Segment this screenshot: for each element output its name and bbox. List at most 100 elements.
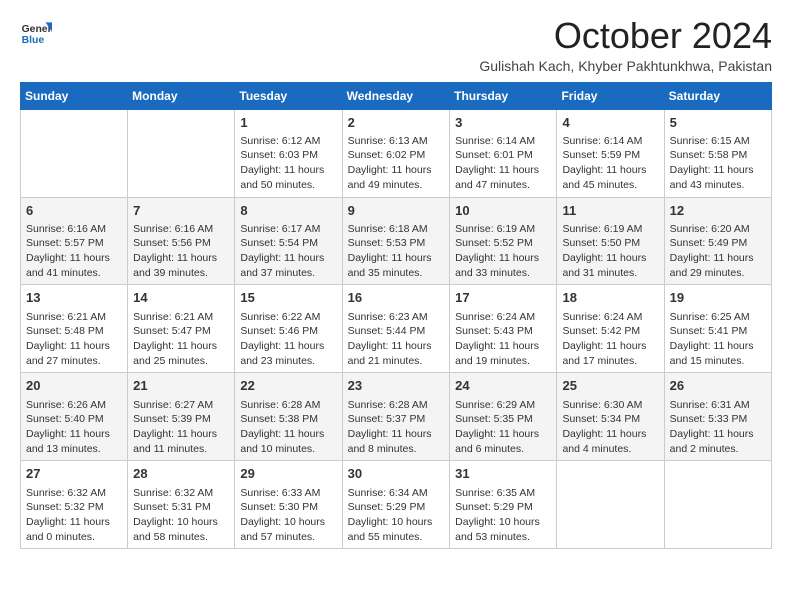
day-detail: Sunrise: 6:32 AMSunset: 5:31 PMDaylight:… bbox=[133, 486, 229, 545]
location-subtitle: Gulishah Kach, Khyber Pakhtunkhwa, Pakis… bbox=[479, 58, 772, 74]
day-number: 27 bbox=[26, 465, 122, 483]
day-detail: Sunrise: 6:28 AMSunset: 5:37 PMDaylight:… bbox=[348, 398, 445, 457]
day-detail: Sunrise: 6:28 AMSunset: 5:38 PMDaylight:… bbox=[240, 398, 336, 457]
calendar-table: SundayMondayTuesdayWednesdayThursdayFrid… bbox=[20, 82, 772, 550]
calendar-week-3: 13 Sunrise: 6:21 AMSunset: 5:48 PMDayligh… bbox=[21, 285, 772, 373]
day-number: 5 bbox=[670, 114, 766, 132]
calendar-day: 24 Sunrise: 6:29 AMSunset: 5:35 PMDayligh… bbox=[450, 373, 557, 461]
calendar-day: 30 Sunrise: 6:34 AMSunset: 5:29 PMDayligh… bbox=[342, 461, 450, 549]
calendar-day: 18 Sunrise: 6:24 AMSunset: 5:42 PMDayligh… bbox=[557, 285, 664, 373]
day-detail: Sunrise: 6:14 AMSunset: 5:59 PMDaylight:… bbox=[562, 134, 658, 193]
day-detail: Sunrise: 6:16 AMSunset: 5:56 PMDaylight:… bbox=[133, 222, 229, 281]
day-detail: Sunrise: 6:21 AMSunset: 5:47 PMDaylight:… bbox=[133, 310, 229, 369]
month-title: October 2024 bbox=[479, 16, 772, 56]
day-detail: Sunrise: 6:25 AMSunset: 5:41 PMDaylight:… bbox=[670, 310, 766, 369]
day-detail: Sunrise: 6:34 AMSunset: 5:29 PMDaylight:… bbox=[348, 486, 445, 545]
day-number: 8 bbox=[240, 202, 336, 220]
title-block: October 2024 Gulishah Kach, Khyber Pakht… bbox=[479, 16, 772, 74]
day-detail: Sunrise: 6:16 AMSunset: 5:57 PMDaylight:… bbox=[26, 222, 122, 281]
calendar-day: 9 Sunrise: 6:18 AMSunset: 5:53 PMDaylight… bbox=[342, 197, 450, 285]
calendar-day: 10Sunrise: 6:19 AMSunset: 5:52 PMDayligh… bbox=[450, 197, 557, 285]
calendar-day: 28 Sunrise: 6:32 AMSunset: 5:31 PMDayligh… bbox=[128, 461, 235, 549]
calendar-day: 11 Sunrise: 6:19 AMSunset: 5:50 PMDayligh… bbox=[557, 197, 664, 285]
day-number: 20 bbox=[26, 377, 122, 395]
day-detail: Sunrise: 6:23 AMSunset: 5:44 PMDaylight:… bbox=[348, 310, 445, 369]
calendar-day: 2 Sunrise: 6:13 AMSunset: 6:02 PMDaylight… bbox=[342, 109, 450, 197]
day-number: 6 bbox=[26, 202, 122, 220]
day-number: 1 bbox=[240, 114, 336, 132]
day-header-monday: Monday bbox=[128, 82, 235, 109]
calendar-day: 12 Sunrise: 6:20 AMSunset: 5:49 PMDayligh… bbox=[664, 197, 771, 285]
calendar-day bbox=[128, 109, 235, 197]
calendar-day: 21Sunrise: 6:27 AMSunset: 5:39 PMDayligh… bbox=[128, 373, 235, 461]
day-number: 19 bbox=[670, 289, 766, 307]
day-number: 13 bbox=[26, 289, 122, 307]
day-detail: Sunrise: 6:20 AMSunset: 5:49 PMDaylight:… bbox=[670, 222, 766, 281]
day-number: 15 bbox=[240, 289, 336, 307]
day-number: 17 bbox=[455, 289, 551, 307]
day-detail: Sunrise: 6:26 AMSunset: 5:40 PMDaylight:… bbox=[26, 398, 122, 457]
day-number: 18 bbox=[562, 289, 658, 307]
day-detail: Sunrise: 6:22 AMSunset: 5:46 PMDaylight:… bbox=[240, 310, 336, 369]
calendar-week-2: 6 Sunrise: 6:16 AMSunset: 5:57 PMDaylight… bbox=[21, 197, 772, 285]
calendar-day bbox=[664, 461, 771, 549]
day-header-thursday: Thursday bbox=[450, 82, 557, 109]
day-number: 4 bbox=[562, 114, 658, 132]
calendar-day bbox=[21, 109, 128, 197]
day-detail: Sunrise: 6:24 AMSunset: 5:43 PMDaylight:… bbox=[455, 310, 551, 369]
day-number: 26 bbox=[670, 377, 766, 395]
page-header: General Blue October 2024 Gulishah Kach,… bbox=[20, 16, 772, 74]
svg-text:Blue: Blue bbox=[22, 35, 45, 46]
calendar-day: 23 Sunrise: 6:28 AMSunset: 5:37 PMDayligh… bbox=[342, 373, 450, 461]
day-number: 11 bbox=[562, 202, 658, 220]
calendar-day: 17 Sunrise: 6:24 AMSunset: 5:43 PMDayligh… bbox=[450, 285, 557, 373]
day-detail: Sunrise: 6:31 AMSunset: 5:33 PMDaylight:… bbox=[670, 398, 766, 457]
day-detail: Sunrise: 6:29 AMSunset: 5:35 PMDaylight:… bbox=[455, 398, 551, 457]
calendar-day: 19 Sunrise: 6:25 AMSunset: 5:41 PMDayligh… bbox=[664, 285, 771, 373]
day-number: 30 bbox=[348, 465, 445, 483]
day-detail: Sunrise: 6:19 AMSunset: 5:50 PMDaylight:… bbox=[562, 222, 658, 281]
calendar-week-1: 1 Sunrise: 6:12 AMSunset: 6:03 PMDaylight… bbox=[21, 109, 772, 197]
calendar-day: 5Sunrise: 6:15 AMSunset: 5:58 PMDaylight… bbox=[664, 109, 771, 197]
day-detail: Sunrise: 6:24 AMSunset: 5:42 PMDaylight:… bbox=[562, 310, 658, 369]
calendar-day: 6 Sunrise: 6:16 AMSunset: 5:57 PMDaylight… bbox=[21, 197, 128, 285]
day-detail: Sunrise: 6:17 AMSunset: 5:54 PMDaylight:… bbox=[240, 222, 336, 281]
day-detail: Sunrise: 6:27 AMSunset: 5:39 PMDaylight:… bbox=[133, 398, 229, 457]
calendar-header: SundayMondayTuesdayWednesdayThursdayFrid… bbox=[21, 82, 772, 109]
day-number: 16 bbox=[348, 289, 445, 307]
calendar-day: 15 Sunrise: 6:22 AMSunset: 5:46 PMDayligh… bbox=[235, 285, 342, 373]
calendar-day: 26 Sunrise: 6:31 AMSunset: 5:33 PMDayligh… bbox=[664, 373, 771, 461]
day-number: 2 bbox=[348, 114, 445, 132]
logo-icon: General Blue bbox=[20, 16, 52, 48]
calendar-week-4: 20 Sunrise: 6:26 AMSunset: 5:40 PMDayligh… bbox=[21, 373, 772, 461]
day-header-wednesday: Wednesday bbox=[342, 82, 450, 109]
day-number: 28 bbox=[133, 465, 229, 483]
day-detail: Sunrise: 6:13 AMSunset: 6:02 PMDaylight:… bbox=[348, 134, 445, 193]
day-number: 23 bbox=[348, 377, 445, 395]
day-number: 14 bbox=[133, 289, 229, 307]
calendar-day: 25Sunrise: 6:30 AMSunset: 5:34 PMDayligh… bbox=[557, 373, 664, 461]
calendar-day: 16 Sunrise: 6:23 AMSunset: 5:44 PMDayligh… bbox=[342, 285, 450, 373]
day-detail: Sunrise: 6:12 AMSunset: 6:03 PMDaylight:… bbox=[240, 134, 336, 193]
day-number: 31 bbox=[455, 465, 551, 483]
day-detail: Sunrise: 6:18 AMSunset: 5:53 PMDaylight:… bbox=[348, 222, 445, 281]
day-number: 7 bbox=[133, 202, 229, 220]
day-number: 9 bbox=[348, 202, 445, 220]
day-detail: Sunrise: 6:35 AMSunset: 5:29 PMDaylight:… bbox=[455, 486, 551, 545]
calendar-day: 7 Sunrise: 6:16 AMSunset: 5:56 PMDaylight… bbox=[128, 197, 235, 285]
calendar-day: 4 Sunrise: 6:14 AMSunset: 5:59 PMDaylight… bbox=[557, 109, 664, 197]
day-number: 24 bbox=[455, 377, 551, 395]
calendar-day: 13 Sunrise: 6:21 AMSunset: 5:48 PMDayligh… bbox=[21, 285, 128, 373]
day-header-sunday: Sunday bbox=[21, 82, 128, 109]
calendar-day: 8 Sunrise: 6:17 AMSunset: 5:54 PMDaylight… bbox=[235, 197, 342, 285]
calendar-week-5: 27Sunrise: 6:32 AMSunset: 5:32 PMDayligh… bbox=[21, 461, 772, 549]
calendar-day bbox=[557, 461, 664, 549]
day-detail: Sunrise: 6:21 AMSunset: 5:48 PMDaylight:… bbox=[26, 310, 122, 369]
day-number: 29 bbox=[240, 465, 336, 483]
day-header-saturday: Saturday bbox=[664, 82, 771, 109]
calendar-day: 22Sunrise: 6:28 AMSunset: 5:38 PMDayligh… bbox=[235, 373, 342, 461]
day-number: 3 bbox=[455, 114, 551, 132]
day-number: 12 bbox=[670, 202, 766, 220]
calendar-day: 29Sunrise: 6:33 AMSunset: 5:30 PMDayligh… bbox=[235, 461, 342, 549]
logo: General Blue bbox=[20, 16, 52, 48]
